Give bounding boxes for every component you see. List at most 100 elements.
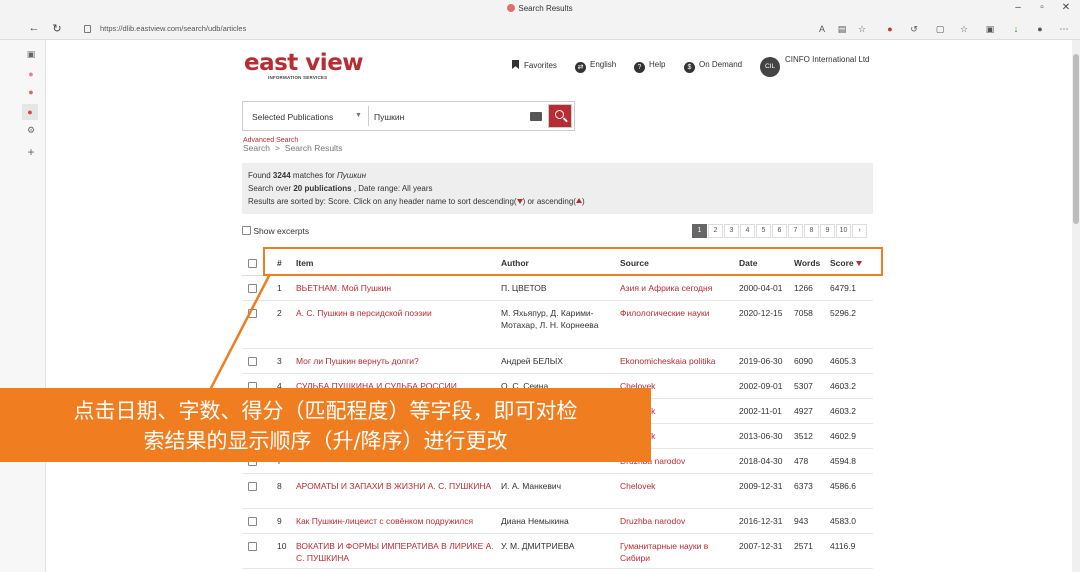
profile-icon[interactable]: ●	[1034, 23, 1046, 35]
row-date: 2019-06-30	[739, 356, 783, 366]
favorite-star-icon[interactable]: ☆	[856, 23, 868, 35]
row-words: 5307	[794, 381, 813, 391]
row-score: 4583.0	[830, 516, 856, 526]
row-score: 5296.2	[830, 308, 856, 318]
table-row[interactable]: 9 Как Пушкин-лицеист с совёнком подружилс…	[242, 509, 873, 534]
row-num: 9	[277, 516, 282, 526]
favorites-link[interactable]: Favorites	[512, 60, 557, 70]
pager-page[interactable]: 2	[708, 224, 723, 238]
row-author: И. А. Манкевич	[501, 481, 562, 491]
select-all-checkbox[interactable]	[248, 259, 257, 268]
row-source-link[interactable]: Гуманитарные науки в Сибири	[620, 540, 730, 564]
table-row[interactable]: 8 АРОМАТЫ И ЗАПАХИ В ЖИЗНИ А. С. ПУШКИНА И…	[242, 474, 873, 509]
help-link[interactable]: ? Help	[634, 60, 665, 73]
refresh-page-icon[interactable]: ↺	[908, 23, 920, 35]
row-num: 8	[277, 481, 282, 491]
row-score: 4594.8	[830, 456, 856, 466]
back-icon[interactable]: ←	[27, 22, 41, 34]
row-item-link[interactable]: Как Пушкин-лицеист с совёнком подружился	[296, 515, 496, 527]
pager-page[interactable]: 1	[692, 224, 707, 238]
language-link[interactable]: ⇄ English	[575, 60, 616, 73]
header-highlight-box	[263, 247, 883, 276]
scope-select[interactable]: Selected Publications	[252, 112, 333, 122]
chevron-down-icon[interactable]: ▼	[355, 112, 362, 119]
pager-page[interactable]: 9	[820, 224, 835, 238]
language-icon: ⇄	[575, 62, 586, 73]
row-date: 2018-04-30	[739, 456, 783, 466]
row-author: Андрей БЕЛЫХ	[501, 356, 563, 366]
bookmark-icon	[512, 60, 519, 69]
pager-page[interactable]: 7	[788, 224, 803, 238]
table-row[interactable]: 10 ВОКАТИВ И ФОРМЫ ИМПЕРАТИВА В ЛИРИКЕ А.…	[242, 534, 873, 569]
account-link[interactable]: CILCINFO International Ltd	[760, 55, 869, 77]
on-demand-link[interactable]: $ On Demand	[684, 60, 742, 73]
search-input[interactable]: Пушкин	[374, 112, 404, 122]
browser-sidebar: ▣ ● ● ● ⚙ +	[0, 40, 46, 572]
annotation-callout: 点击日期、字数、得分（匹配程度）等字段，即可对检 索结果的显示顺序（升/降序）进…	[0, 388, 651, 462]
collections-icon[interactable]: ▣	[984, 23, 996, 35]
refresh-icon[interactable]: ↻	[50, 22, 64, 35]
eastview-logo[interactable]: east view INFORMATION SERVICES	[244, 52, 364, 82]
pager-next[interactable]: ›	[852, 224, 867, 238]
row-words: 478	[794, 456, 809, 466]
table-row[interactable]: 3 Мог ли Пушкин вернуть долги? Андрей БЕЛЫ…	[242, 349, 873, 374]
table-row[interactable]: 2 А. С. Пушкин в персидской поэзии М. Яхья…	[242, 301, 873, 349]
close-icon[interactable]: ✕	[1058, 2, 1074, 13]
row-date: 2002-09-01	[739, 381, 783, 391]
more-icon[interactable]: ⋯	[1058, 23, 1070, 35]
reader-icon[interactable]: ▤	[836, 23, 848, 35]
sidebar-tab-icon[interactable]: ●	[25, 68, 37, 80]
url-field[interactable]: https://dlib.eastview.com/search/udb/art…	[80, 22, 880, 36]
scrollbar-thumb[interactable]	[1073, 54, 1079, 224]
row-item-link[interactable]: ВОКАТИВ И ФОРМЫ ИМПЕРАТИВА В ЛИРИКЕ А. С…	[296, 540, 496, 564]
breadcrumb-home[interactable]: Search	[243, 143, 270, 153]
row-source-link[interactable]: Ekonomicheskaia politika	[620, 355, 730, 367]
row-source-link[interactable]: Chelovek	[620, 480, 730, 492]
row-item-link[interactable]: ВЬЕТНАМ. Мой Пушкин	[296, 282, 496, 294]
minimize-icon[interactable]: –	[1010, 2, 1026, 13]
favorites-bar-icon[interactable]: ☆	[958, 23, 970, 35]
row-words: 6090	[794, 356, 813, 366]
extension-icon[interactable]: ●	[884, 23, 896, 35]
pager-page[interactable]: 3	[724, 224, 739, 238]
restore-icon[interactable]: ▫	[1034, 2, 1050, 13]
sidebar-tab-icon[interactable]: ●	[25, 86, 37, 98]
settings-icon[interactable]: ⚙	[25, 124, 37, 136]
row-date: 2002-11-01	[739, 406, 782, 416]
show-excerpts-toggle[interactable]: Show excerpts	[242, 226, 309, 236]
table-row[interactable]: 1 ВЬЕТНАМ. Мой Пушкин П. ЦВЕТОВ Азия и Афри…	[242, 276, 873, 301]
search-button[interactable]	[548, 104, 572, 128]
pager-page[interactable]: 4	[740, 224, 755, 238]
row-source-link[interactable]: Азия и Африка сегодня	[620, 282, 730, 294]
pager-page[interactable]: 10	[836, 224, 851, 238]
row-checkbox[interactable]	[248, 482, 257, 491]
sidebar-tab-active-icon[interactable]: ●	[22, 104, 38, 120]
account-avatar: CIL	[760, 57, 780, 77]
breadcrumb: Search > Search Results	[243, 143, 343, 153]
tab-actions-icon[interactable]: ▣	[25, 48, 37, 60]
lock-icon	[84, 25, 91, 33]
scope-line: Search over 20 publications , Date range…	[248, 184, 433, 193]
split-screen-icon[interactable]: ▢	[934, 23, 946, 35]
row-score: 4602.9	[830, 431, 856, 441]
page-scrollbar[interactable]	[1072, 40, 1080, 572]
row-checkbox[interactable]	[248, 542, 257, 551]
row-score: 4586.6	[830, 481, 856, 491]
row-author: П. ЦВЕТОВ	[501, 283, 547, 293]
row-source-link[interactable]: Филологические науки	[620, 307, 730, 319]
row-source-link[interactable]: Druzhba narodov	[620, 515, 730, 527]
row-checkbox[interactable]	[248, 517, 257, 526]
excerpts-checkbox[interactable]	[242, 226, 251, 235]
downloads-icon[interactable]: ↓	[1010, 23, 1022, 35]
row-item-link[interactable]: А. С. Пушкин в персидской поэзии	[296, 307, 496, 319]
pager-page[interactable]: 8	[804, 224, 819, 238]
read-aloud-icon[interactable]: A	[816, 23, 828, 35]
add-icon[interactable]: +	[25, 146, 37, 158]
row-item-link[interactable]: Мог ли Пушкин вернуть долги?	[296, 355, 496, 367]
dollar-icon: $	[684, 62, 695, 73]
pager-page[interactable]: 6	[772, 224, 787, 238]
keyboard-icon[interactable]	[530, 112, 542, 121]
row-author: Диана Немыкина	[501, 516, 569, 526]
pager-page[interactable]: 5	[756, 224, 771, 238]
row-item-link[interactable]: АРОМАТЫ И ЗАПАХИ В ЖИЗНИ А. С. ПУШКИНА	[296, 480, 496, 492]
